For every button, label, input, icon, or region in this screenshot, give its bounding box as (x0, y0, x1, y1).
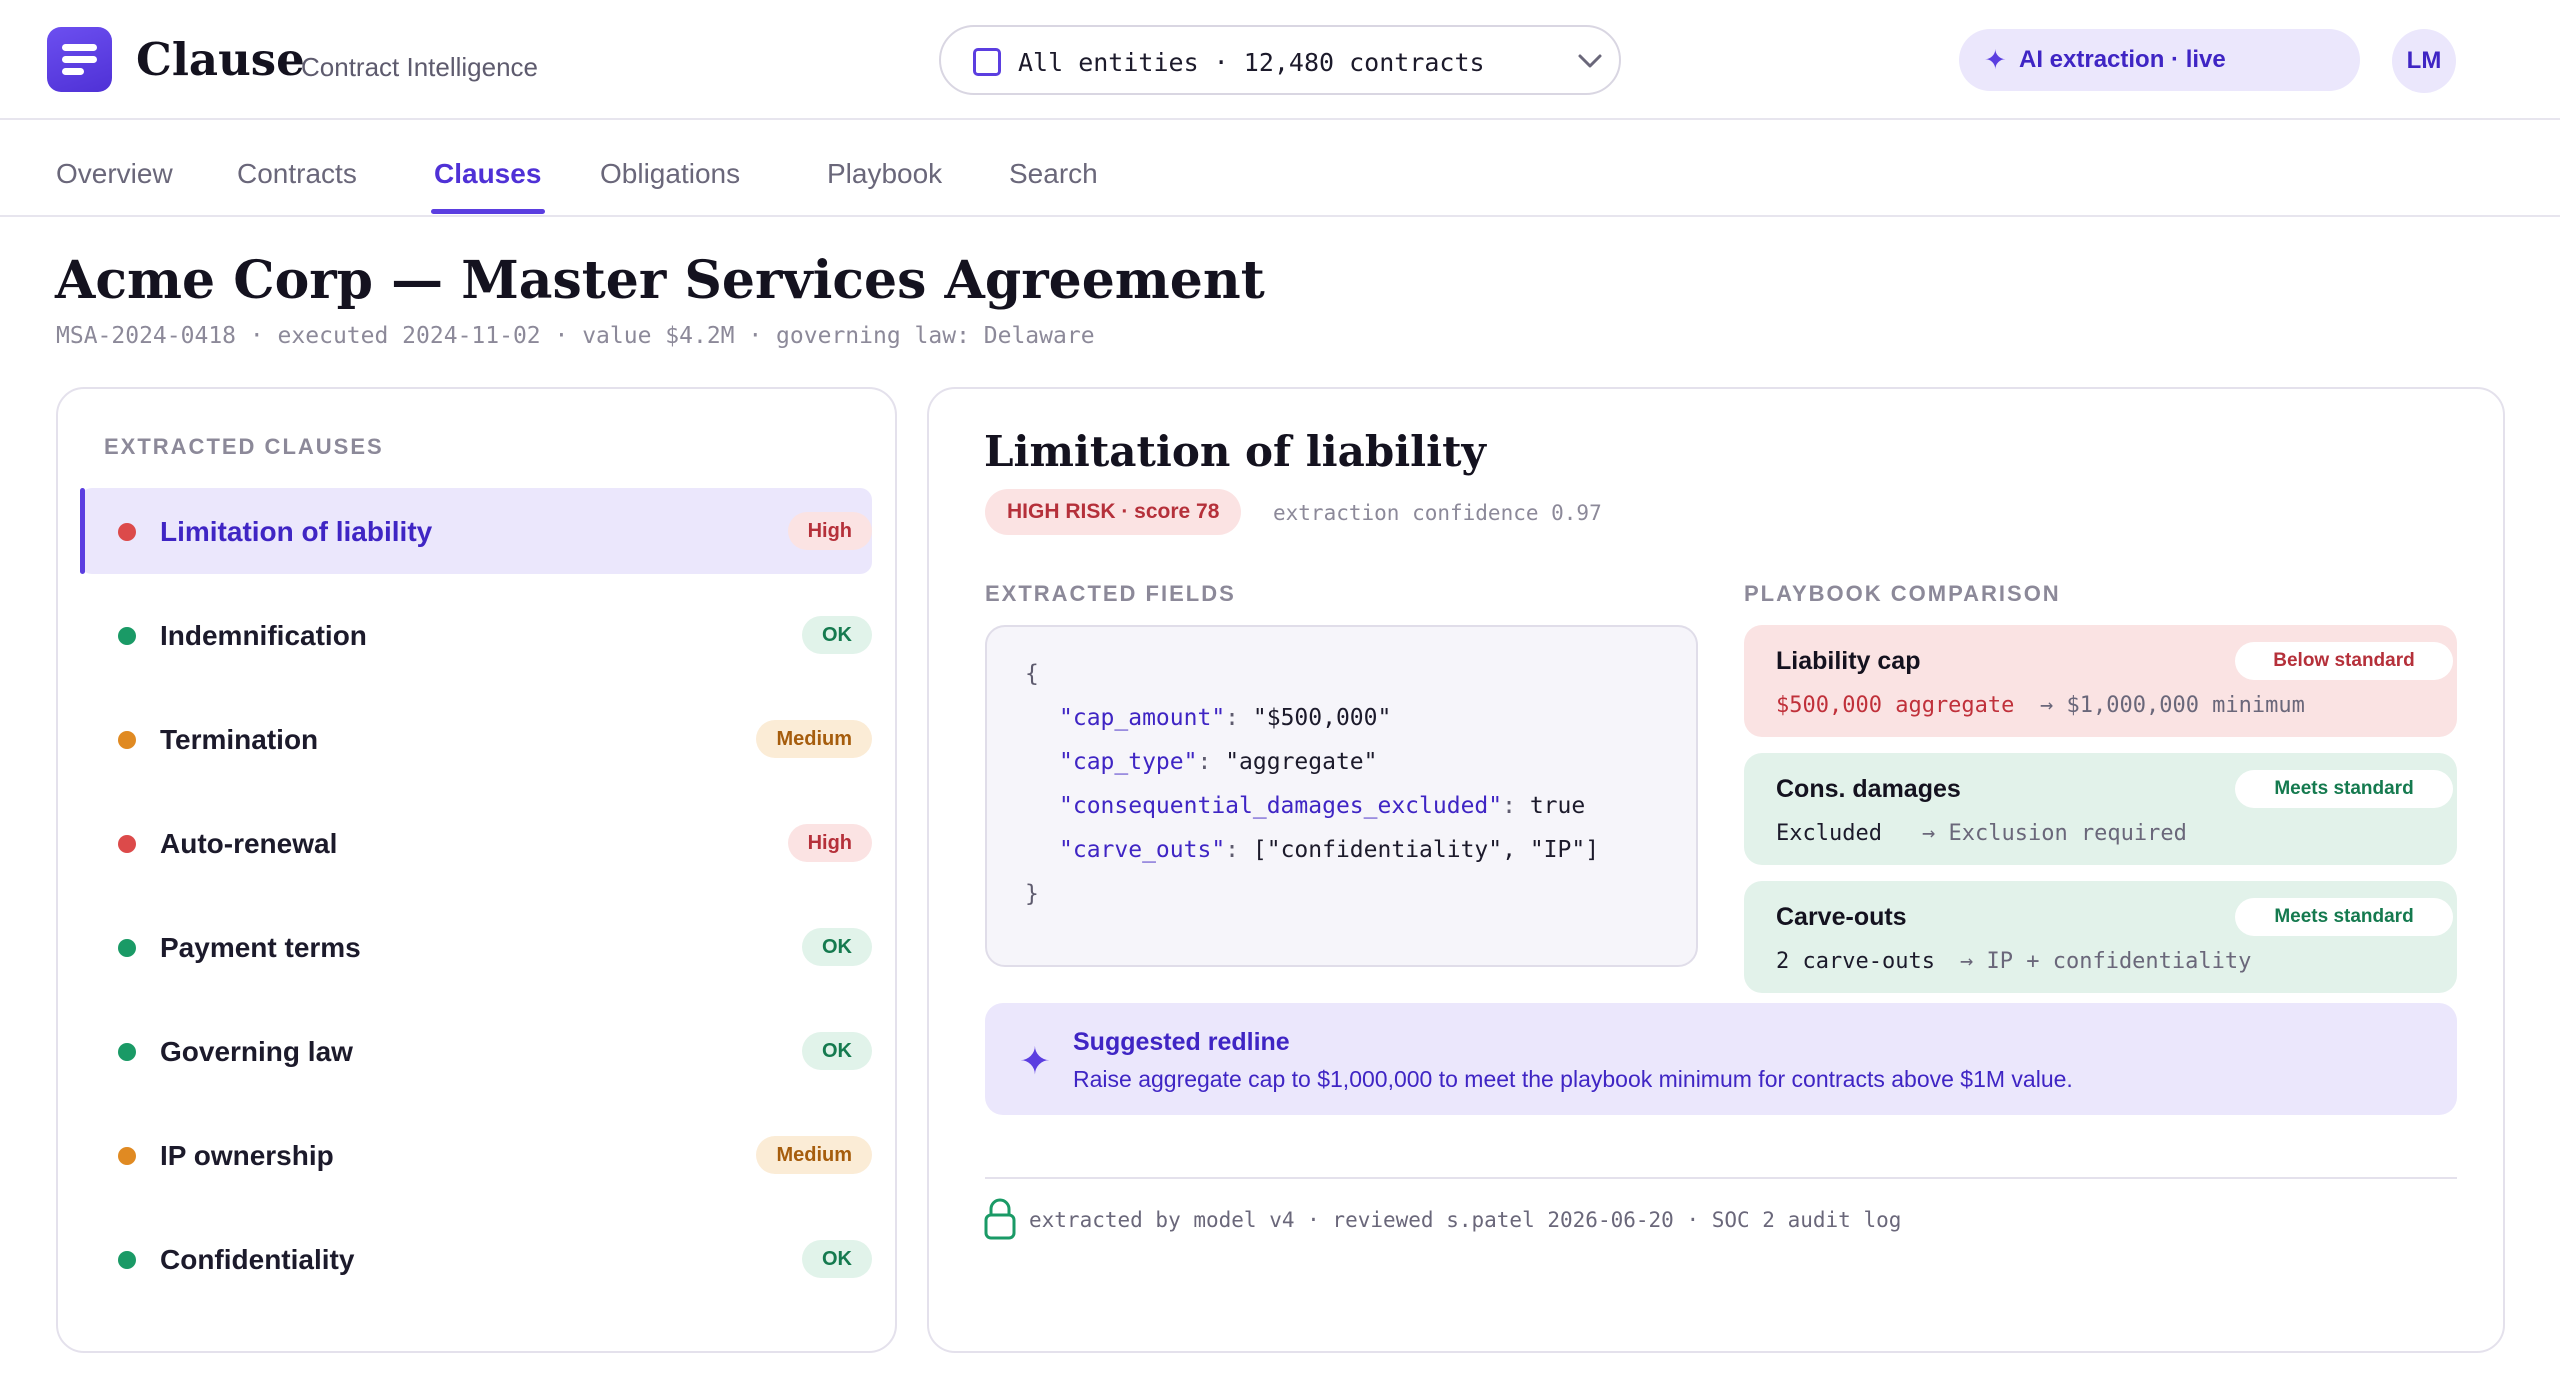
risk-dot (118, 523, 136, 541)
json-key: "cap_type" (1059, 749, 1198, 775)
risk-badge: High (787, 824, 872, 862)
user-avatar[interactable]: LM (2392, 29, 2456, 93)
divider (985, 1177, 2457, 1179)
clause-name: Termination (160, 724, 319, 755)
chevron-down-icon (1578, 54, 1602, 68)
clause-item[interactable]: IP ownership Medium (80, 1112, 872, 1198)
json-field-row: "carve_outs": ["confidentiality", "IP"] (1059, 837, 1600, 863)
playbook-comparison-card[interactable]: Liability cap Below standard $500,000 ag… (1744, 625, 2457, 737)
comparison-title: Carve-outs (1776, 903, 1907, 931)
checkbox-icon (973, 48, 1001, 76)
sparkle-icon: ✦ (1019, 1041, 1051, 1083)
tab-contracts[interactable]: Contracts (237, 158, 357, 190)
app-logo-icon[interactable] (47, 27, 112, 92)
tab-playbook[interactable]: Playbook (827, 158, 942, 190)
risk-dot (118, 835, 136, 853)
clause-detail-title: Limitation of liability (984, 427, 1486, 476)
clause-item[interactable]: Auto-renewal High (80, 800, 872, 886)
playbook-comparison-card[interactable]: Cons. damages Meets standard Excluded → … (1744, 753, 2457, 865)
clause-name: Indemnification (160, 620, 367, 651)
comparison-status-badge: Meets standard (2235, 898, 2453, 936)
clause-name: IP ownership (160, 1140, 334, 1171)
redline-description: Raise aggregate cap to $1,000,000 to mee… (1073, 1066, 2073, 1092)
app-header: Clause Contract Intelligence All entitie… (0, 0, 2560, 120)
clause-item[interactable]: Indemnification OK (80, 592, 872, 678)
active-tab-indicator (431, 209, 545, 214)
clause-detail-panel: Limitation of liability HIGH RISK · scor… (927, 387, 2505, 1353)
json-open-brace: { (1025, 661, 1039, 687)
entity-selector[interactable]: All entities · 12,480 contracts (939, 25, 1621, 95)
risk-badge: Medium (756, 720, 872, 758)
app-subtitle: Contract Intelligence (301, 52, 539, 82)
comparison-standard: → Exclusion required (1922, 821, 2187, 846)
ai-extraction-label: AI extraction · live (2019, 46, 2226, 73)
comparison-value: $500,000 aggregate (1776, 693, 2015, 718)
risk-badge: Medium (756, 1136, 872, 1174)
risk-dot (118, 627, 136, 645)
risk-badge: OK (802, 928, 872, 966)
audit-trail: extracted by model v4 · reviewed s.patel… (1029, 1208, 1902, 1232)
risk-dot (118, 939, 136, 957)
clause-name: Auto-renewal (160, 828, 338, 859)
tab-obligations[interactable]: Obligations (600, 158, 740, 190)
comparison-standard: → IP + confidentiality (1960, 949, 2252, 974)
playbook-comparison-heading: PLAYBOOK COMPARISON (1744, 581, 2061, 606)
json-key: "consequential_damages_excluded" (1059, 793, 1503, 819)
risk-score-badge: HIGH RISK · score 78 (985, 489, 1242, 535)
json-field-row: "cap_type": "aggregate" (1059, 749, 1378, 775)
clause-item[interactable]: Confidentiality OK (80, 1216, 872, 1302)
risk-badge: OK (802, 616, 872, 654)
json-value: ["confidentiality", "IP"] (1252, 837, 1600, 863)
risk-dot (118, 1043, 136, 1061)
clause-item[interactable]: Governing law OK (80, 1008, 872, 1094)
json-key: "cap_amount" (1059, 705, 1226, 731)
json-key: "carve_outs" (1059, 837, 1226, 863)
comparison-status-badge: Below standard (2235, 642, 2453, 680)
risk-badge: OK (802, 1240, 872, 1278)
clause-name: Governing law (160, 1036, 353, 1067)
comparison-title: Cons. damages (1776, 775, 1961, 803)
clauses-heading: EXTRACTED CLAUSES (104, 434, 384, 459)
clause-name: Limitation of liability (160, 516, 433, 547)
tab-clauses[interactable]: Clauses (434, 158, 541, 190)
entity-selector-label: All entities · 12,480 contracts (1018, 48, 1485, 77)
playbook-comparison-card[interactable]: Carve-outs Meets standard 2 carve-outs →… (1744, 881, 2457, 993)
clause-name: Payment terms (160, 932, 361, 963)
ai-extraction-status[interactable]: ✦ AI extraction · live (1959, 29, 2360, 91)
risk-dot (118, 731, 136, 749)
clause-item[interactable]: Termination Medium (80, 696, 872, 782)
tab-search[interactable]: Search (1009, 158, 1098, 190)
json-field-row: "cap_amount": "$500,000" (1059, 705, 1392, 731)
comparison-value: 2 carve-outs (1776, 949, 1935, 974)
risk-badge: High (787, 512, 872, 550)
tab-overview[interactable]: Overview (56, 158, 173, 190)
risk-dot (118, 1251, 136, 1269)
json-close-brace: } (1025, 881, 1039, 907)
lock-icon (984, 1198, 1016, 1240)
comparison-standard: → $1,000,000 minimum (2040, 693, 2305, 718)
extraction-confidence: extraction confidence 0.97 (1273, 501, 1602, 525)
extracted-fields-json: { "cap_amount": "$500,000" "cap_type": "… (985, 625, 1698, 967)
main-tabs: Overview Contracts Clauses Obligations P… (0, 120, 2560, 217)
risk-badge: OK (802, 1032, 872, 1070)
json-value: true (1529, 793, 1586, 819)
clause-item[interactable]: Limitation of liability High (80, 488, 872, 574)
json-value: "aggregate" (1225, 749, 1378, 775)
risk-dot (118, 1147, 136, 1165)
extracted-fields-heading: EXTRACTED FIELDS (985, 581, 1236, 606)
redline-title: Suggested redline (1073, 1028, 1290, 1056)
clause-item[interactable]: Payment terms OK (80, 904, 872, 990)
contract-meta: MSA-2024-0418 · executed 2024-11-02 · va… (56, 323, 1095, 349)
page-title: Acme Corp — Master Services Agreement (55, 250, 1265, 311)
extracted-clauses-panel: EXTRACTED CLAUSES Limitation of liabilit… (56, 387, 897, 1353)
clause-name: Confidentiality (160, 1244, 355, 1275)
comparison-value: Excluded (1776, 821, 1882, 846)
json-field-row: "consequential_damages_excluded": true (1059, 793, 1586, 819)
app-name: Clause (136, 33, 305, 86)
sparkle-icon: ✦ (1984, 45, 2007, 75)
suggested-redline[interactable]: ✦ Suggested redline Raise aggregate cap … (985, 1003, 2457, 1115)
json-value: "$500,000" (1252, 705, 1392, 731)
comparison-title: Liability cap (1776, 647, 1921, 675)
comparison-status-badge: Meets standard (2235, 770, 2453, 808)
